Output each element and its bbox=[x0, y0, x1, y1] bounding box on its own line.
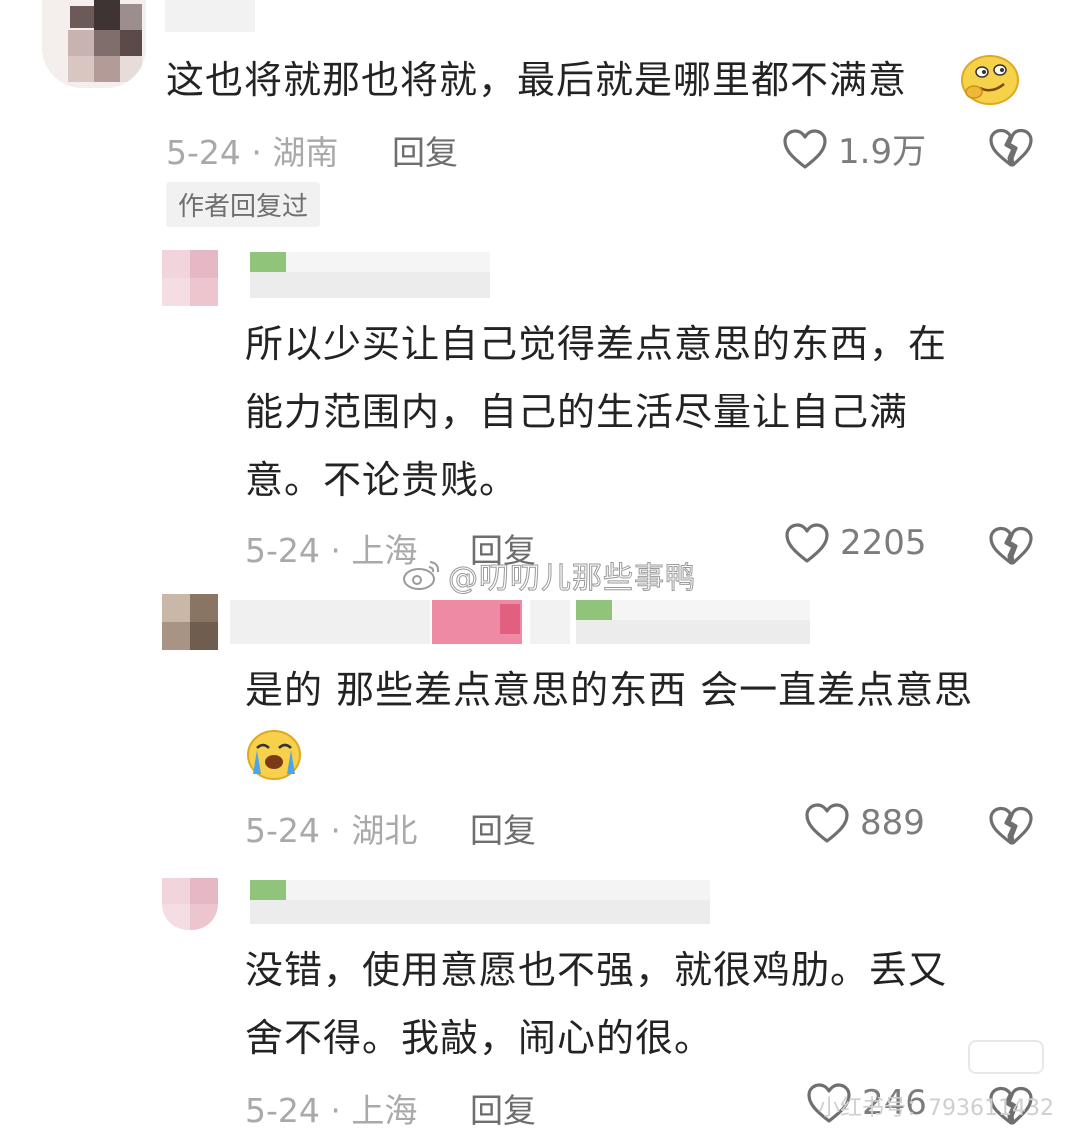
username[interactable] bbox=[250, 252, 490, 298]
platform-id-watermark: 小红书号：793611432 bbox=[818, 1096, 1054, 1121]
reply-button[interactable]: 回复 bbox=[470, 804, 536, 852]
avatar[interactable] bbox=[42, 0, 146, 88]
comment-text: 是的 那些差点意思的东西 会一直差点意思 bbox=[245, 668, 974, 712]
comment-meta: 5-24 · 湖北 bbox=[245, 811, 418, 850]
comment-2: 所以少买让自己觉得差点意思的东西，在 能力范围内，自己的生活尽量让自己满 意。不… bbox=[0, 240, 1080, 570]
comment-meta: 5-24 · 上海 bbox=[245, 1091, 418, 1130]
broken-heart-icon bbox=[989, 128, 1033, 167]
dislike-button[interactable] bbox=[988, 526, 1034, 570]
like-button[interactable]: 1.9万 bbox=[782, 124, 926, 173]
comment-text: 所以少买让自己觉得差点意思的东西，在 能力范围内，自己的生活尽量让自己满 意。不… bbox=[245, 322, 948, 502]
avatar[interactable] bbox=[162, 878, 218, 930]
like-count: 1.9万 bbox=[838, 132, 927, 172]
like-count: 2205 bbox=[840, 523, 927, 563]
comment-1: 这也将就那也将就，最后就是哪里都不满意 5-24 · 湖南 回复 1.9万 作者… bbox=[0, 0, 1080, 230]
comment-meta: 5-24 · 湖南 bbox=[166, 133, 339, 172]
xiaohongshu-logo-watermark bbox=[968, 1040, 1044, 1074]
heart-outline-icon bbox=[783, 128, 827, 169]
broken-heart-icon bbox=[989, 526, 1033, 565]
dislike-button[interactable] bbox=[988, 806, 1034, 850]
broken-heart-icon bbox=[989, 806, 1033, 845]
like-button[interactable]: 2205 bbox=[784, 522, 927, 564]
comment-text: 没错，使用意愿也不强，就很鸡肋。丢又 舍不得。我敲，闹心的很。 bbox=[245, 948, 948, 1060]
comment-meta: 5-24 · 上海 bbox=[245, 531, 418, 570]
username[interactable] bbox=[250, 880, 710, 924]
username[interactable] bbox=[165, 0, 255, 32]
comment-text: 这也将就那也将就，最后就是哪里都不满意 bbox=[166, 58, 908, 102]
author-replied-badge: 作者回复过 bbox=[166, 182, 321, 227]
like-count: 889 bbox=[860, 803, 925, 843]
avatar[interactable] bbox=[162, 594, 218, 650]
crying-emoji-icon bbox=[245, 728, 303, 782]
reply-button[interactable]: 回复 bbox=[392, 126, 458, 174]
comment-3: 是的 那些差点意思的东西 会一直差点意思 5-24 · 湖北 回复 889 bbox=[0, 580, 1080, 860]
heart-outline-icon bbox=[805, 803, 849, 843]
avatar[interactable] bbox=[162, 250, 218, 306]
username[interactable] bbox=[230, 600, 810, 644]
like-button[interactable]: 889 bbox=[804, 802, 925, 844]
emoji-icon bbox=[960, 54, 1020, 106]
heart-outline-icon bbox=[785, 523, 829, 563]
dislike-button[interactable] bbox=[988, 128, 1034, 172]
reply-button[interactable]: 回复 bbox=[470, 1084, 536, 1132]
